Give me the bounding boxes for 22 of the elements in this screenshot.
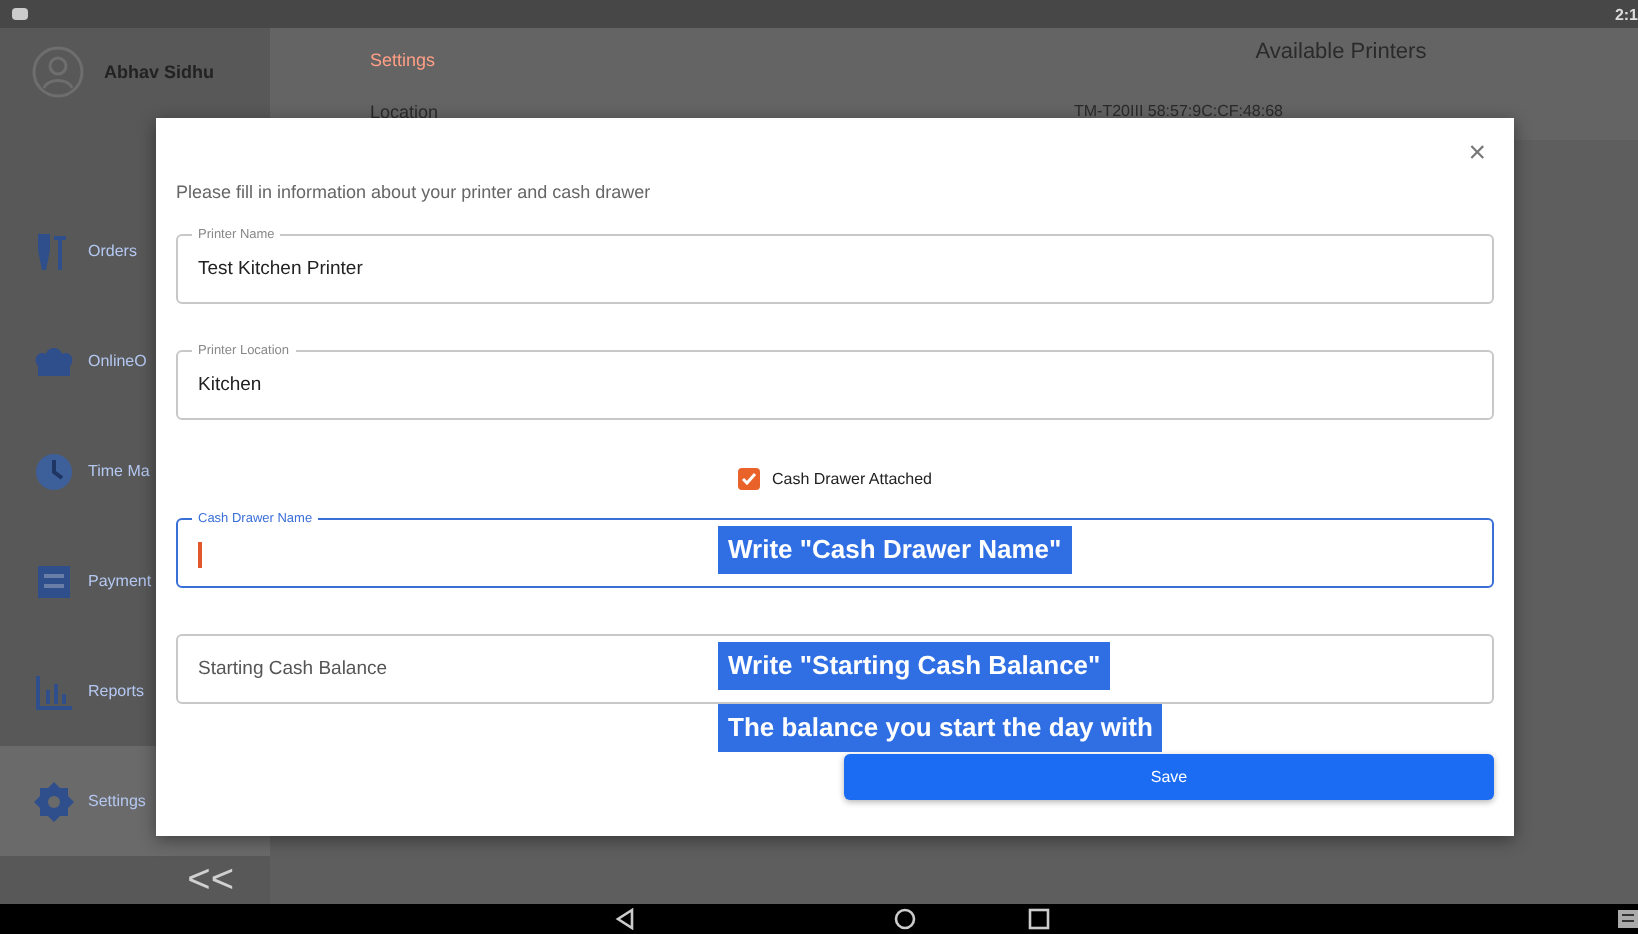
collapse-button[interactable]: << (187, 856, 234, 904)
gear-icon (32, 779, 76, 823)
keyboard-icon[interactable] (1618, 908, 1638, 930)
printer-id: TM-T20III 58:57:9C:CF:48:68 (1074, 99, 1285, 123)
tutorial-callout: The balance you start the day with (718, 704, 1163, 752)
section-title: Available Printers (1253, 38, 1429, 68)
recents-icon[interactable] (1028, 908, 1050, 930)
checkbox-label: Cash Drawer Attached (771, 469, 933, 487)
status-time: 2:1 (1614, 5, 1638, 23)
close-button[interactable]: × (1464, 138, 1490, 170)
tutorial-callout: Write "Cash Drawer Name" (718, 526, 1072, 574)
home-icon[interactable] (894, 908, 916, 930)
text-cursor (198, 542, 201, 568)
save-button[interactable]: Save (844, 754, 1494, 800)
clock-icon (32, 449, 76, 493)
column-label: Location (370, 99, 441, 125)
dialog-intro: Please fill in information about your printer and cash drawer (176, 180, 653, 206)
page-title: Settings (370, 48, 438, 74)
back-icon[interactable] (614, 908, 636, 930)
notification-icon (12, 8, 28, 20)
tutorial-callout: Write "Starting Cash Balance" (718, 642, 1111, 690)
checkbox[interactable] (737, 467, 760, 489)
